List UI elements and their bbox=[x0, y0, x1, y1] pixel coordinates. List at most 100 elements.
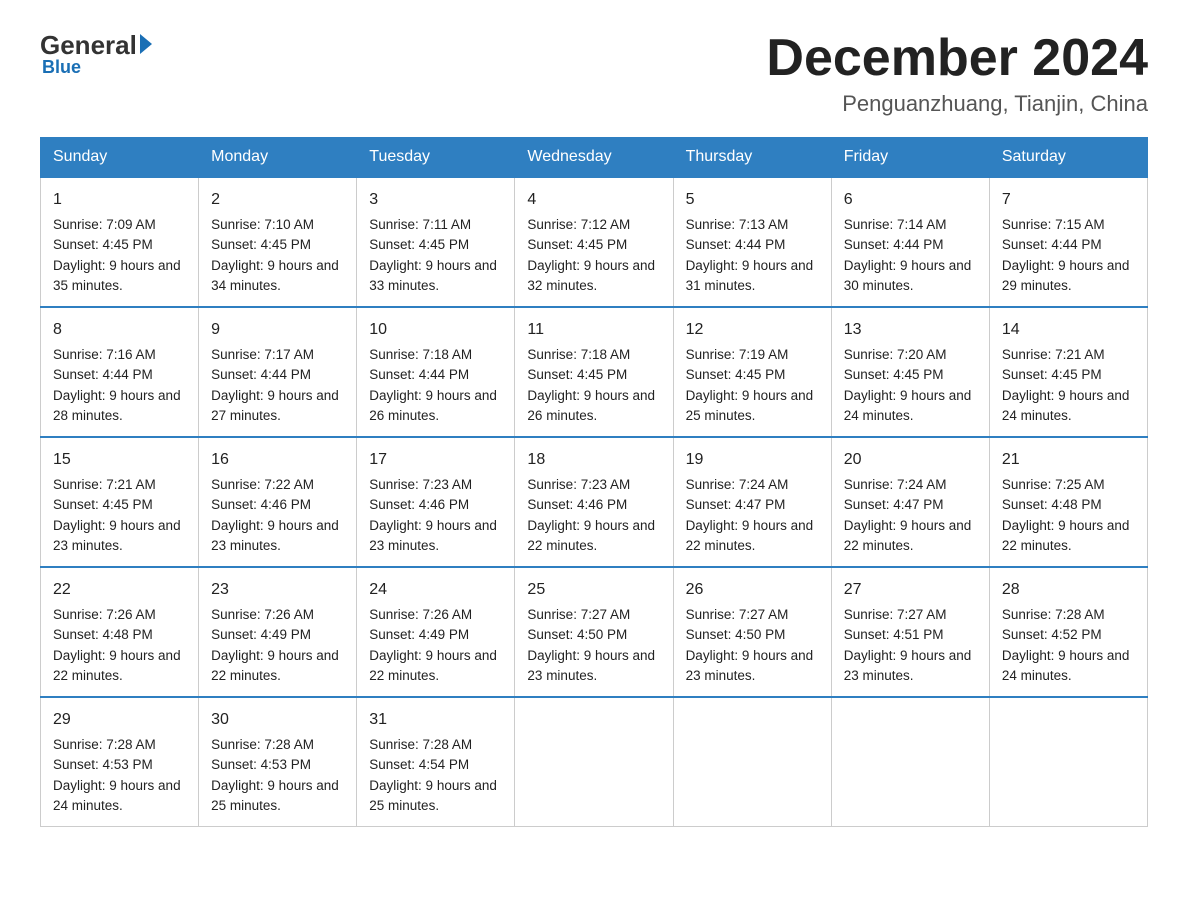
week-row-1: 1Sunrise: 7:09 AMSunset: 4:45 PMDaylight… bbox=[41, 177, 1148, 307]
day-number: 28 bbox=[1002, 578, 1135, 602]
day-number: 29 bbox=[53, 708, 186, 732]
sunrise-info: Sunrise: 7:18 AM bbox=[369, 345, 502, 365]
sunset-info: Sunset: 4:44 PM bbox=[53, 365, 186, 385]
daylight-info: Daylight: 9 hours and 23 minutes. bbox=[686, 646, 819, 687]
day-number: 18 bbox=[527, 448, 660, 472]
sunrise-info: Sunrise: 7:28 AM bbox=[369, 735, 502, 755]
sunset-info: Sunset: 4:45 PM bbox=[53, 235, 186, 255]
daylight-info: Daylight: 9 hours and 24 minutes. bbox=[1002, 386, 1135, 427]
sunset-info: Sunset: 4:49 PM bbox=[369, 625, 502, 645]
daylight-info: Daylight: 9 hours and 25 minutes. bbox=[686, 386, 819, 427]
header-saturday: Saturday bbox=[989, 138, 1147, 178]
calendar-cell: 1Sunrise: 7:09 AMSunset: 4:45 PMDaylight… bbox=[41, 177, 199, 307]
day-number: 11 bbox=[527, 318, 660, 342]
sunrise-info: Sunrise: 7:26 AM bbox=[211, 605, 344, 625]
daylight-info: Daylight: 9 hours and 22 minutes. bbox=[527, 516, 660, 557]
sunrise-info: Sunrise: 7:15 AM bbox=[1002, 215, 1135, 235]
sunrise-info: Sunrise: 7:16 AM bbox=[53, 345, 186, 365]
header-thursday: Thursday bbox=[673, 138, 831, 178]
daylight-info: Daylight: 9 hours and 30 minutes. bbox=[844, 256, 977, 297]
daylight-info: Daylight: 9 hours and 29 minutes. bbox=[1002, 256, 1135, 297]
week-row-2: 8Sunrise: 7:16 AMSunset: 4:44 PMDaylight… bbox=[41, 307, 1148, 437]
location-title: Penguanzhuang, Tianjin, China bbox=[766, 91, 1148, 117]
sunrise-info: Sunrise: 7:28 AM bbox=[211, 735, 344, 755]
calendar-cell: 15Sunrise: 7:21 AMSunset: 4:45 PMDayligh… bbox=[41, 437, 199, 567]
day-number: 12 bbox=[686, 318, 819, 342]
daylight-info: Daylight: 9 hours and 35 minutes. bbox=[53, 256, 186, 297]
header-monday: Monday bbox=[199, 138, 357, 178]
day-number: 3 bbox=[369, 188, 502, 212]
day-number: 6 bbox=[844, 188, 977, 212]
sunrise-info: Sunrise: 7:24 AM bbox=[686, 475, 819, 495]
sunset-info: Sunset: 4:44 PM bbox=[1002, 235, 1135, 255]
day-number: 4 bbox=[527, 188, 660, 212]
calendar-cell: 21Sunrise: 7:25 AMSunset: 4:48 PMDayligh… bbox=[989, 437, 1147, 567]
calendar-cell: 5Sunrise: 7:13 AMSunset: 4:44 PMDaylight… bbox=[673, 177, 831, 307]
sunset-info: Sunset: 4:45 PM bbox=[686, 365, 819, 385]
calendar-cell: 28Sunrise: 7:28 AMSunset: 4:52 PMDayligh… bbox=[989, 567, 1147, 697]
logo-arrow-icon bbox=[140, 34, 152, 54]
sunrise-info: Sunrise: 7:18 AM bbox=[527, 345, 660, 365]
daylight-info: Daylight: 9 hours and 23 minutes. bbox=[211, 516, 344, 557]
daylight-info: Daylight: 9 hours and 26 minutes. bbox=[369, 386, 502, 427]
daylight-info: Daylight: 9 hours and 22 minutes. bbox=[53, 646, 186, 687]
calendar-cell: 6Sunrise: 7:14 AMSunset: 4:44 PMDaylight… bbox=[831, 177, 989, 307]
calendar-cell: 22Sunrise: 7:26 AMSunset: 4:48 PMDayligh… bbox=[41, 567, 199, 697]
sunrise-info: Sunrise: 7:21 AM bbox=[53, 475, 186, 495]
calendar-cell: 17Sunrise: 7:23 AMSunset: 4:46 PMDayligh… bbox=[357, 437, 515, 567]
sunrise-info: Sunrise: 7:26 AM bbox=[53, 605, 186, 625]
daylight-info: Daylight: 9 hours and 22 minutes. bbox=[686, 516, 819, 557]
sunset-info: Sunset: 4:45 PM bbox=[527, 235, 660, 255]
logo-area: General Blue bbox=[40, 30, 152, 78]
month-title: December 2024 bbox=[766, 30, 1148, 87]
day-number: 14 bbox=[1002, 318, 1135, 342]
day-number: 20 bbox=[844, 448, 977, 472]
day-number: 9 bbox=[211, 318, 344, 342]
calendar-cell bbox=[515, 697, 673, 827]
sunset-info: Sunset: 4:47 PM bbox=[844, 495, 977, 515]
sunset-info: Sunset: 4:45 PM bbox=[369, 235, 502, 255]
sunset-info: Sunset: 4:45 PM bbox=[1002, 365, 1135, 385]
sunset-info: Sunset: 4:46 PM bbox=[211, 495, 344, 515]
calendar-cell: 26Sunrise: 7:27 AMSunset: 4:50 PMDayligh… bbox=[673, 567, 831, 697]
header-sunday: Sunday bbox=[41, 138, 199, 178]
day-number: 13 bbox=[844, 318, 977, 342]
sunset-info: Sunset: 4:53 PM bbox=[53, 755, 186, 775]
sunrise-info: Sunrise: 7:14 AM bbox=[844, 215, 977, 235]
sunset-info: Sunset: 4:44 PM bbox=[686, 235, 819, 255]
calendar-header-row: SundayMondayTuesdayWednesdayThursdayFrid… bbox=[41, 138, 1148, 178]
sunset-info: Sunset: 4:45 PM bbox=[211, 235, 344, 255]
daylight-info: Daylight: 9 hours and 24 minutes. bbox=[1002, 646, 1135, 687]
day-number: 25 bbox=[527, 578, 660, 602]
sunrise-info: Sunrise: 7:26 AM bbox=[369, 605, 502, 625]
sunrise-info: Sunrise: 7:10 AM bbox=[211, 215, 344, 235]
week-row-5: 29Sunrise: 7:28 AMSunset: 4:53 PMDayligh… bbox=[41, 697, 1148, 827]
daylight-info: Daylight: 9 hours and 27 minutes. bbox=[211, 386, 344, 427]
sunrise-info: Sunrise: 7:17 AM bbox=[211, 345, 344, 365]
calendar-cell: 31Sunrise: 7:28 AMSunset: 4:54 PMDayligh… bbox=[357, 697, 515, 827]
sunset-info: Sunset: 4:49 PM bbox=[211, 625, 344, 645]
sunset-info: Sunset: 4:54 PM bbox=[369, 755, 502, 775]
day-number: 10 bbox=[369, 318, 502, 342]
header-tuesday: Tuesday bbox=[357, 138, 515, 178]
daylight-info: Daylight: 9 hours and 23 minutes. bbox=[844, 646, 977, 687]
sunset-info: Sunset: 4:48 PM bbox=[53, 625, 186, 645]
daylight-info: Daylight: 9 hours and 25 minutes. bbox=[369, 776, 502, 817]
sunset-info: Sunset: 4:51 PM bbox=[844, 625, 977, 645]
sunrise-info: Sunrise: 7:28 AM bbox=[53, 735, 186, 755]
calendar-cell bbox=[673, 697, 831, 827]
daylight-info: Daylight: 9 hours and 23 minutes. bbox=[53, 516, 186, 557]
daylight-info: Daylight: 9 hours and 33 minutes. bbox=[369, 256, 502, 297]
sunset-info: Sunset: 4:44 PM bbox=[369, 365, 502, 385]
calendar-cell: 16Sunrise: 7:22 AMSunset: 4:46 PMDayligh… bbox=[199, 437, 357, 567]
daylight-info: Daylight: 9 hours and 22 minutes. bbox=[1002, 516, 1135, 557]
calendar-cell bbox=[831, 697, 989, 827]
day-number: 15 bbox=[53, 448, 186, 472]
daylight-info: Daylight: 9 hours and 25 minutes. bbox=[211, 776, 344, 817]
sunset-info: Sunset: 4:50 PM bbox=[686, 625, 819, 645]
daylight-info: Daylight: 9 hours and 22 minutes. bbox=[211, 646, 344, 687]
calendar-cell: 8Sunrise: 7:16 AMSunset: 4:44 PMDaylight… bbox=[41, 307, 199, 437]
calendar-cell: 3Sunrise: 7:11 AMSunset: 4:45 PMDaylight… bbox=[357, 177, 515, 307]
sunrise-info: Sunrise: 7:28 AM bbox=[1002, 605, 1135, 625]
sunset-info: Sunset: 4:47 PM bbox=[686, 495, 819, 515]
